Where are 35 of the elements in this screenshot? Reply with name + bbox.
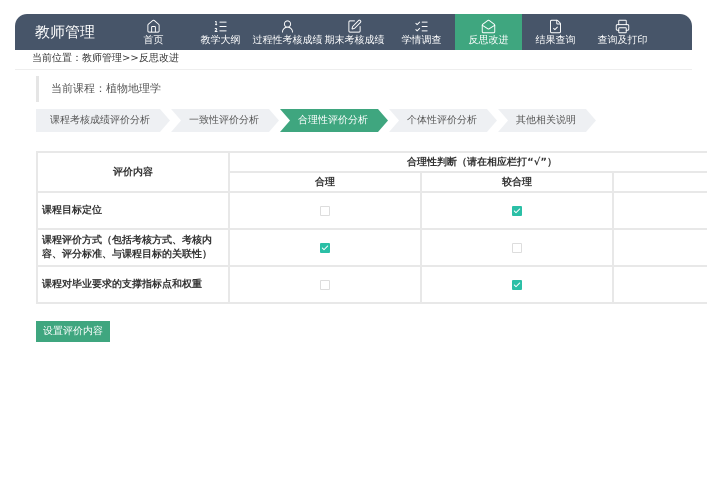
- app-title: 教师管理: [34, 22, 96, 43]
- step-tab[interactable]: 一致性评价分析: [171, 109, 279, 132]
- list-icon: [213, 18, 228, 34]
- table-cell: 课程评价方式（包括考核方式、考核内容、评分标准、与课程目标的关联性）: [37, 229, 229, 266]
- table-cell: 课程对毕业要求的支撑指标点和权重: [37, 266, 229, 303]
- breadcrumb: 当前位置：教师管理>>反思改进: [32, 54, 180, 64]
- step-tab[interactable]: 课程考核成绩评价分析: [36, 109, 170, 132]
- table-header-cell: 较合理: [421, 172, 613, 192]
- checkbox[interactable]: [512, 242, 522, 252]
- nav-tab[interactable]: 首页: [120, 14, 187, 50]
- document-check-icon: [548, 18, 563, 34]
- user-icon: [280, 18, 295, 34]
- edit-icon: [347, 18, 362, 34]
- step-tab[interactable]: 其他相关说明: [498, 109, 596, 132]
- checkbox[interactable]: [320, 242, 330, 252]
- table-header-cell: 合理: [229, 172, 421, 192]
- checkbox[interactable]: [512, 280, 522, 290]
- current-course: 当前课程：植物地理学: [51, 80, 161, 97]
- nav-tab[interactable]: 查询及打印: [589, 14, 656, 50]
- nav-tab[interactable]: 结果查询: [522, 14, 589, 50]
- nav-tab[interactable]: 学情调查: [388, 14, 455, 50]
- nav-tab[interactable]: 教学大纲: [187, 14, 254, 50]
- home-icon: [146, 18, 161, 34]
- nav-tab[interactable]: 过程性考核成绩: [254, 14, 321, 50]
- checkbox[interactable]: [512, 206, 522, 216]
- checklist-icon: [414, 18, 429, 34]
- envelope-icon: [481, 18, 496, 34]
- table-header-cell: 评价内容: [37, 152, 229, 192]
- checkbox[interactable]: [320, 280, 330, 290]
- checkbox[interactable]: [320, 206, 330, 216]
- table-header-cell: 合理性判断（请在相应栏打“√”）: [229, 152, 707, 172]
- step-tab[interactable]: 个体性评价分析: [389, 109, 497, 132]
- table-cell: 课程目标定位: [37, 192, 229, 229]
- printer-icon: [615, 18, 630, 34]
- nav-tab[interactable]: 期末考核成绩: [321, 14, 388, 50]
